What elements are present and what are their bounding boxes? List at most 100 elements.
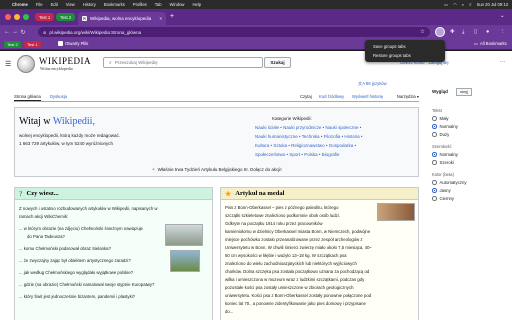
list-item: ... że zwyczajny zając był obiektem arty… — [19, 258, 131, 263]
hide-appearance-button[interactable]: ukryj — [456, 88, 473, 96]
languages-button[interactable]: 文A 88 języków — [358, 81, 387, 87]
menu-view[interactable]: View — [66, 2, 75, 7]
battery-icon[interactable]: ▭ — [444, 2, 448, 7]
painting-thumbnail[interactable] — [165, 224, 203, 246]
article-text: pozostałe kości psa zostały umieszczone … — [225, 285, 354, 290]
list-item: ramach akcji WikiChemik: — [19, 214, 69, 219]
menu-help[interactable]: Help — [192, 2, 201, 7]
menu-history[interactable]: History — [83, 2, 96, 7]
tab-main-page[interactable]: Strona główna — [14, 94, 41, 101]
article-count: 1 663 729 artykułów, w tym 5240 wyróżnio… — [19, 141, 114, 146]
tab-group-test2[interactable]: Test 2 — [56, 13, 76, 21]
welcome-subtitle: wolnej encyklopedii, którą każdy może re… — [19, 133, 121, 138]
forward-button[interactable]: → — [11, 29, 19, 35]
list-item: ... jak według Chełmońskiego wyglądało w… — [19, 270, 134, 275]
radio-color-light[interactable]: Jasny — [432, 188, 451, 193]
profile-icon[interactable]: ● — [486, 29, 489, 35]
wikipedia-link[interactable]: Wikipedii, — [53, 116, 95, 127]
tab-history[interactable]: Wyświetl historię — [352, 94, 383, 99]
featured-article-box: ★ Artykuł na medal Piss z Bonn-Oberkasse… — [220, 187, 419, 320]
wikipedia-tagline: Wolna encyklopedia — [40, 66, 73, 71]
download-icon[interactable]: ⤓ — [462, 29, 464, 36]
address-bar[interactable]: ⊜ pl.wikipedia.org/wiki/Wikipedia:Strona… — [38, 27, 430, 37]
chrome-menu-icon[interactable]: ⋮ — [500, 29, 506, 35]
back-button[interactable]: ← — [3, 29, 11, 35]
menu-bookmarks[interactable]: Bookmarks — [104, 2, 125, 7]
minimize-window-button[interactable] — [14, 14, 20, 20]
radio-text-normal[interactable]: Normalny — [432, 124, 458, 129]
article-text: uniwersytetu. Kości psa z Bonn-Oberkasse… — [225, 293, 372, 298]
tab-active-wikipedia[interactable]: W Wikipedia, wolna encyklopedia × — [78, 12, 166, 25]
side-panel-icon[interactable]: ▯ — [474, 29, 477, 35]
article-text: 50 cm wysokości w kłębie i ważyło 13–18 … — [225, 253, 347, 258]
search-input[interactable]: ⌕ Przeszukaj Wikipedię — [103, 57, 263, 68]
site-info-icon[interactable]: ⊜ — [43, 30, 46, 35]
categories-line[interactable]: Nauki ścisłe • Nauki przyrodnicze • Nauk… — [255, 125, 361, 130]
menu-tab[interactable]: Tab — [155, 2, 162, 7]
new-tab-button[interactable]: + — [170, 13, 174, 20]
tab-group-test1[interactable]: Test 1 — [35, 13, 55, 21]
tab-read[interactable]: Czytaj — [300, 94, 312, 99]
tab-view-source[interactable]: Kod źródłowy — [319, 94, 344, 99]
bookmark-label: Otwarty Pliki — [65, 41, 89, 46]
menu-item-save-groups[interactable]: Save groups tabs — [365, 42, 445, 51]
bookmark-group-test2[interactable]: Test 2 — [4, 41, 21, 48]
radio-width-normal[interactable]: Normalny — [432, 152, 458, 157]
radio-width-wide[interactable]: Szeroki — [432, 160, 454, 165]
main-menu-icon[interactable]: ☰ — [5, 60, 11, 68]
menu-item-restore-groups[interactable]: Restore groups tabs — [365, 51, 445, 60]
painting-thumbnail[interactable] — [170, 250, 200, 272]
search-icon[interactable]: ⌕ — [462, 2, 464, 7]
tab-discussion[interactable]: Dyskusja — [50, 94, 67, 99]
bookmark-group-test1[interactable]: Test 1 — [24, 41, 41, 48]
browser-toolbar: ← → ↻ ⊜ pl.wikipedia.org/wiki/Wikipedia:… — [0, 25, 512, 39]
menu-app-chrome[interactable]: Chrome — [12, 2, 28, 7]
radio-text-small[interactable]: Mały — [432, 116, 449, 121]
wifi-icon[interactable]: ◠ — [453, 2, 457, 7]
reload-button[interactable]: ↻ — [19, 29, 27, 36]
article-text: charków. Dolna szczęka psa została począ… — [225, 269, 370, 274]
article-text: do... — [225, 309, 234, 314]
close-window-button[interactable] — [5, 14, 11, 20]
menu-edit[interactable]: Edit — [51, 2, 58, 7]
list-item: ... gdzie (na obrazie) Chełmoński namalo… — [19, 282, 155, 287]
tab-strip: Test 1 Test 2 W Wikipedia, wolna encyklo… — [0, 9, 512, 25]
tab-search-icon[interactable]: ⌄ — [500, 13, 505, 19]
menu-file[interactable]: File — [36, 2, 43, 7]
featured-article-header: ★ Artykuł na medal — [221, 188, 418, 200]
all-bookmarks[interactable]: ▭ All Bookmarks — [474, 41, 507, 46]
bookmark-item-otwarty[interactable]: Otwarty Pliki — [58, 41, 88, 46]
clock[interactable]: Sun 20 Jul 09:13 — [477, 2, 508, 7]
close-tab-icon[interactable]: × — [159, 16, 162, 21]
extensions-puzzle-icon[interactable]: ✚ — [450, 29, 455, 35]
wikipedia-globe-logo[interactable] — [17, 55, 35, 73]
badge-icon: ✦ — [151, 167, 156, 173]
extension-avatar[interactable] — [435, 27, 445, 37]
categories-line[interactable]: Nauki humanistyczne • Technika • Filozof… — [255, 134, 363, 139]
control-center-icon[interactable]: ≡ — [469, 2, 471, 7]
search-button[interactable]: Szukaj — [264, 57, 291, 68]
zoom-window-button[interactable] — [23, 14, 29, 20]
tools-dropdown[interactable]: Narzędzia ▾ — [397, 94, 419, 99]
menu-profiles[interactable]: Profiles — [133, 2, 147, 7]
categories-line[interactable]: Kultura • Sztuka • Religioznawstwo • Gos… — [255, 143, 356, 148]
radio-color-auto[interactable]: Automatyczny — [432, 180, 467, 185]
text-size-label: Tekst — [432, 108, 442, 113]
wikipedia-wordmark[interactable]: WIKIPEDIA — [39, 56, 91, 66]
welcome-title: Witaj w Wikipedii, — [19, 116, 95, 127]
bone-thumbnail[interactable] — [377, 203, 415, 221]
categories-line[interactable]: Społeczeństwo • Sport • Polska • Biograf… — [255, 152, 340, 157]
article-text: kamieniołomu w dzielnicy Oberkassel mias… — [225, 229, 371, 234]
radio-text-large[interactable]: Duży — [432, 132, 449, 137]
language-icon: 文A — [358, 81, 366, 86]
search-icon: ⌕ — [109, 59, 112, 66]
list-item: do Pana Tadeusza? — [27, 234, 65, 239]
more-options-icon[interactable]: ··· — [500, 59, 505, 65]
radio-color-dark[interactable]: Ciemny — [432, 196, 454, 201]
list-item: Z nowych i ostatnio rozbudowanych artyku… — [19, 206, 158, 211]
menu-window[interactable]: Window — [170, 2, 185, 7]
bookmark-star-icon[interactable]: ☆ — [420, 29, 425, 35]
article-text: Piss z Bonn-Oberkassel – pies z późnego … — [225, 205, 339, 210]
folder-icon: ▭ — [474, 41, 478, 46]
page-content: ☰ WIKIPEDIA Wolna encyklopedia ⌕ Przeszu… — [0, 51, 512, 320]
